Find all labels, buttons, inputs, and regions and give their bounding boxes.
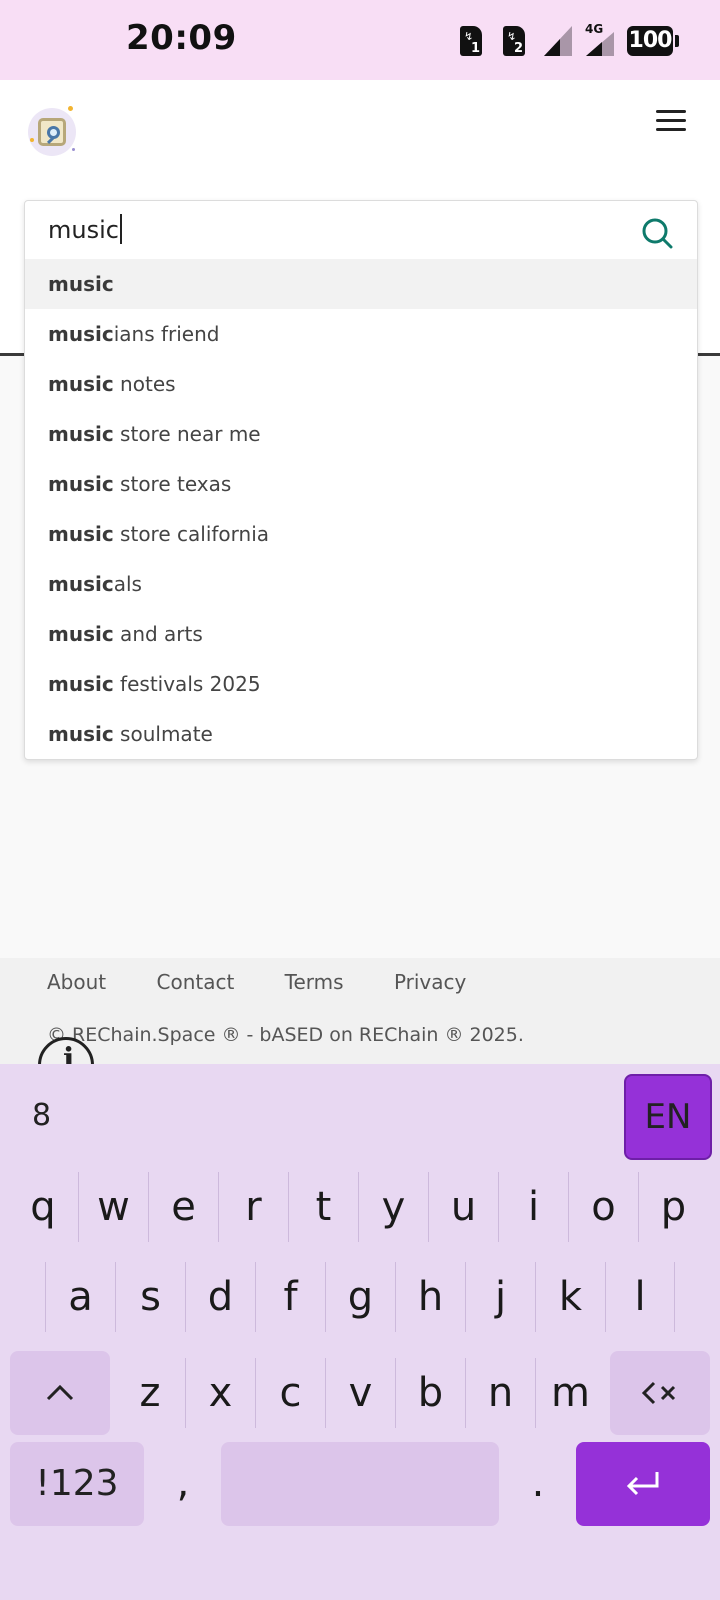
key-x[interactable]: x: [185, 1358, 255, 1428]
key-s[interactable]: s: [115, 1262, 185, 1332]
key-d[interactable]: d: [185, 1262, 255, 1332]
key-l[interactable]: l: [605, 1262, 675, 1332]
key-a[interactable]: a: [45, 1262, 115, 1332]
key-v[interactable]: v: [325, 1358, 395, 1428]
suggestion-item[interactable]: music and arts: [25, 609, 697, 659]
key-i[interactable]: i: [498, 1172, 568, 1242]
site-footer: About Contact Terms Privacy © REChain.Sp…: [0, 958, 720, 1068]
suggestion-item[interactable]: music store california: [25, 509, 697, 559]
period-key[interactable]: .: [505, 1448, 571, 1518]
key-w[interactable]: w: [78, 1172, 148, 1242]
key-y[interactable]: y: [358, 1172, 428, 1242]
footer-links: About Contact Terms Privacy: [47, 970, 510, 994]
text-caret: [119, 214, 122, 244]
suggestion-item[interactable]: music festivals 2025: [25, 659, 697, 709]
key-t[interactable]: t: [288, 1172, 358, 1242]
key-j[interactable]: j: [465, 1262, 535, 1332]
footer-link-privacy[interactable]: Privacy: [394, 970, 466, 994]
search-icon[interactable]: [641, 217, 673, 249]
signal-icon: [544, 26, 572, 56]
key-r[interactable]: r: [218, 1172, 288, 1242]
clock: 20:09: [126, 18, 237, 58]
search-query[interactable]: music: [48, 216, 119, 244]
suggestion-item[interactable]: music notes: [25, 359, 697, 409]
key-b[interactable]: b: [395, 1358, 465, 1428]
key-n[interactable]: n: [465, 1358, 535, 1428]
key-z[interactable]: z: [115, 1358, 185, 1428]
sim1-icon: ↯ 1: [460, 26, 482, 56]
key-f[interactable]: f: [255, 1262, 325, 1332]
comma-key[interactable]: ,: [150, 1448, 216, 1518]
key-e[interactable]: e: [148, 1172, 218, 1242]
footer-link-about[interactable]: About: [47, 970, 106, 994]
signal-4g-icon: [586, 32, 614, 56]
suggestion-item[interactable]: musicals: [25, 559, 697, 609]
chevron-up-icon: [46, 1384, 74, 1401]
sim2-icon: ↯ 2: [503, 26, 525, 56]
suggestion-item[interactable]: music store texas: [25, 459, 697, 509]
footer-link-contact[interactable]: Contact: [157, 970, 235, 994]
hamburger-menu-icon[interactable]: [656, 110, 686, 134]
key-k[interactable]: k: [535, 1262, 605, 1332]
backspace-key[interactable]: [610, 1351, 710, 1435]
suggestion-item[interactable]: musicians friend: [25, 309, 697, 359]
search-input[interactable]: music: [25, 201, 697, 259]
symbols-key[interactable]: !123: [10, 1442, 144, 1526]
enter-key[interactable]: [576, 1442, 710, 1526]
copyright-text: © REChain.Space ® - bASED on REChain ® 2…: [47, 1024, 524, 1046]
key-h[interactable]: h: [395, 1262, 465, 1332]
search-box: music music musicians friend music notes…: [24, 200, 698, 760]
language-key[interactable]: EN: [624, 1074, 712, 1160]
suggestion-list: music musicians friend music notes music…: [25, 259, 697, 759]
backspace-icon: [641, 1381, 676, 1405]
magnifier-logo-icon[interactable]: [28, 106, 76, 156]
key-o[interactable]: o: [568, 1172, 638, 1242]
footer-link-terms[interactable]: Terms: [285, 970, 344, 994]
key-m[interactable]: m: [535, 1358, 605, 1428]
suggestion-item[interactable]: music soulmate: [25, 709, 697, 759]
battery-icon: 100: [627, 26, 679, 56]
shift-key[interactable]: [10, 1351, 110, 1435]
keyboard-suggestion[interactable]: 8: [32, 1098, 51, 1133]
space-key[interactable]: [221, 1442, 499, 1526]
enter-arrow-icon: [626, 1472, 659, 1496]
on-screen-keyboard: 8 EN q w e r t y u i o p a s d f g h j k…: [0, 1064, 720, 1600]
status-bar: 20:09 ↯ 1 ↯ 2 4G 100: [0, 0, 720, 80]
suggestion-item[interactable]: music: [25, 259, 697, 309]
key-g[interactable]: g: [325, 1262, 395, 1332]
key-q[interactable]: q: [8, 1172, 78, 1242]
suggestion-item[interactable]: music store near me: [25, 409, 697, 459]
key-p[interactable]: p: [638, 1172, 708, 1242]
key-u[interactable]: u: [428, 1172, 498, 1242]
key-c[interactable]: c: [255, 1358, 325, 1428]
